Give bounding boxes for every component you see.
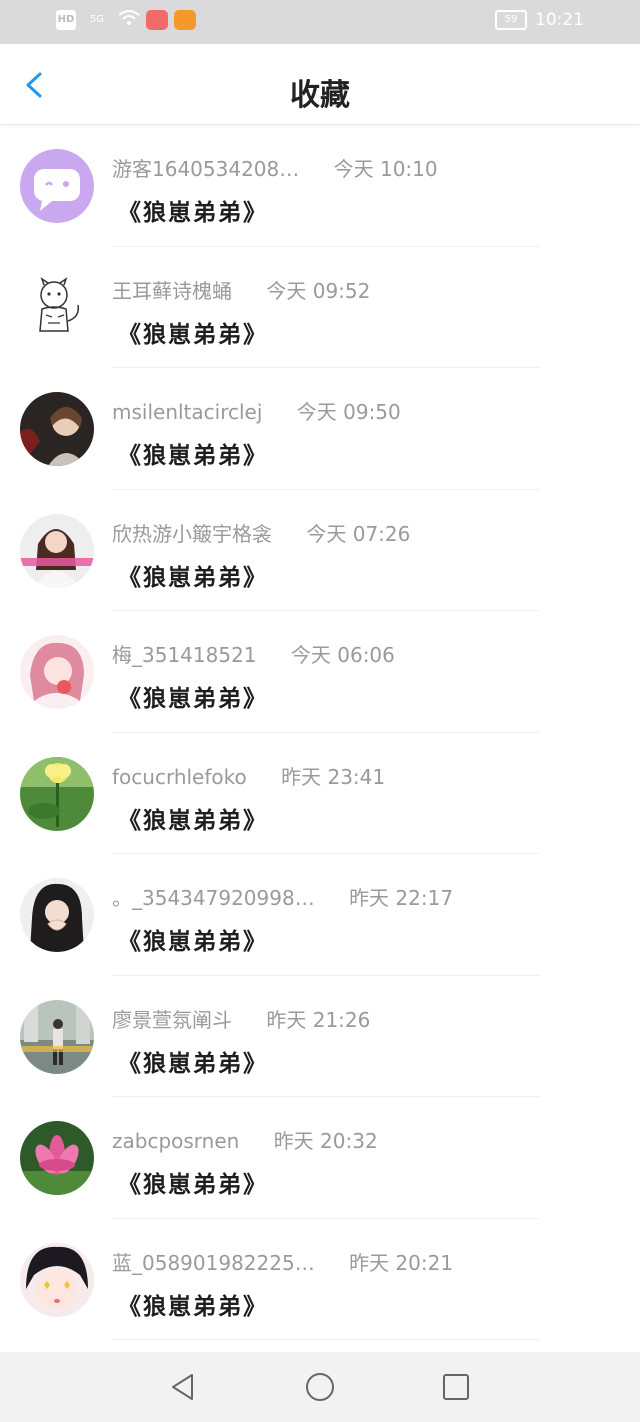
- list-item[interactable]: 。_354347920998… 昨天 22:17 《狼崽弟弟》: [0, 854, 640, 976]
- user-name[interactable]: 王耳藓诗槐蛹: [112, 279, 232, 303]
- hd-icon: HD: [56, 10, 76, 30]
- timestamp: 今天 07:26: [306, 521, 411, 546]
- user-name[interactable]: zabcposrnen: [112, 1129, 239, 1153]
- list-item[interactable]: 王耳藓诗槐蛹 今天 09:52 《狼崽弟弟》: [0, 247, 640, 368]
- avatar[interactable]: [20, 635, 94, 709]
- header: 收藏: [0, 44, 640, 125]
- timestamp: 今天 10:10: [333, 157, 438, 181]
- avatar[interactable]: [20, 270, 94, 345]
- user-name[interactable]: 廖景萱氛阐斗: [112, 1008, 232, 1032]
- user-name[interactable]: msilenltacirclej: [112, 400, 262, 424]
- timestamp: 今天 06:06: [290, 643, 395, 667]
- favorite-title[interactable]: 《狼崽弟弟》: [118, 1165, 268, 1199]
- signal-icon: 5G: [89, 14, 105, 25]
- list-item[interactable]: focucrhlefoko 昨天 23:41 《狼崽弟弟》: [0, 733, 640, 854]
- avatar[interactable]: [20, 513, 94, 588]
- favorite-title[interactable]: 《狼崽弟弟》: [118, 679, 268, 713]
- battery-icon: 59: [495, 10, 527, 30]
- favorite-title[interactable]: 《狼崽弟弟》: [118, 801, 268, 835]
- game-app-icon: [174, 10, 196, 30]
- avatar[interactable]: [20, 392, 94, 466]
- list-item[interactable]: 廖景萱氛阐斗 昨天 21:26 《狼崽弟弟》: [0, 976, 640, 1097]
- divider: [112, 1339, 540, 1340]
- list-item[interactable]: 梅_351418521 今天 06:06 《狼崽弟弟》: [0, 611, 640, 733]
- list-item[interactable]: 欣热游小簸宇格衾 今天 07:26 《狼崽弟弟》: [0, 490, 640, 611]
- favorite-title[interactable]: 《狼崽弟弟》: [118, 315, 268, 349]
- avatar[interactable]: [20, 1242, 94, 1317]
- list-item[interactable]: zabcposrnen 昨天 20:32 《狼崽弟弟》: [0, 1097, 640, 1219]
- avatar[interactable]: [20, 756, 94, 831]
- timestamp: 昨天 20:32: [273, 1129, 378, 1153]
- navigation-bar: [0, 1352, 640, 1422]
- favorite-title[interactable]: 《狼崽弟弟》: [118, 1044, 268, 1078]
- avatar[interactable]: [20, 878, 94, 952]
- list-item[interactable]: msilenltacirclej 今天 09:50 《狼崽弟弟》: [0, 368, 640, 490]
- timestamp: 昨天 23:41: [281, 764, 386, 789]
- favorite-title[interactable]: 《狼崽弟弟》: [118, 558, 268, 592]
- list-item[interactable]: 游客1640534208… 今天 10:10 《狼崽弟弟》: [0, 125, 640, 247]
- timestamp: 今天 09:50: [296, 400, 401, 424]
- user-name[interactable]: 蓝_058901982225…: [112, 1251, 315, 1275]
- avatar[interactable]: [20, 149, 94, 223]
- square-recents-icon: [443, 1374, 469, 1400]
- favorite-title[interactable]: 《狼崽弟弟》: [118, 1287, 268, 1321]
- user-name[interactable]: 梅_351418521: [112, 643, 257, 667]
- user-name[interactable]: 游客1640534208…: [112, 157, 299, 181]
- user-name[interactable]: 欣热游小簸宇格衾: [112, 522, 272, 546]
- clock: 10:21: [535, 10, 584, 30]
- page-title: 收藏: [290, 78, 350, 113]
- nav-recents-button[interactable]: [441, 1372, 471, 1402]
- favorite-title[interactable]: 《狼崽弟弟》: [118, 922, 268, 956]
- circle-home-icon: [306, 1373, 334, 1401]
- nav-home-button[interactable]: [305, 1372, 335, 1402]
- triangle-back-icon: [172, 1374, 193, 1400]
- timestamp: 昨天 22:17: [349, 886, 454, 910]
- timestamp: 昨天 20:21: [349, 1250, 454, 1275]
- status-bar: HD 5G 59 10:21: [0, 0, 640, 44]
- list-item[interactable]: 蓝_058901982225… 昨天 20:21 《狼崽弟弟》: [0, 1219, 640, 1340]
- user-name[interactable]: focucrhlefoko: [112, 765, 247, 789]
- wifi-icon: [118, 10, 140, 30]
- timestamp: 昨天 21:26: [266, 1007, 371, 1032]
- favorite-title[interactable]: 《狼崽弟弟》: [118, 436, 268, 470]
- nav-back-button[interactable]: [168, 1372, 198, 1402]
- avatar[interactable]: [20, 999, 94, 1074]
- user-name[interactable]: 。_354347920998…: [112, 886, 315, 910]
- favorite-title[interactable]: 《狼崽弟弟》: [118, 193, 268, 227]
- timestamp: 今天 09:52: [266, 278, 371, 303]
- favorites-list: 游客1640534208… 今天 10:10 《狼崽弟弟》 王耳藓诗槐蛹 今天 …: [0, 125, 640, 1340]
- avatar[interactable]: [20, 1121, 94, 1195]
- shop-app-icon: [146, 10, 168, 30]
